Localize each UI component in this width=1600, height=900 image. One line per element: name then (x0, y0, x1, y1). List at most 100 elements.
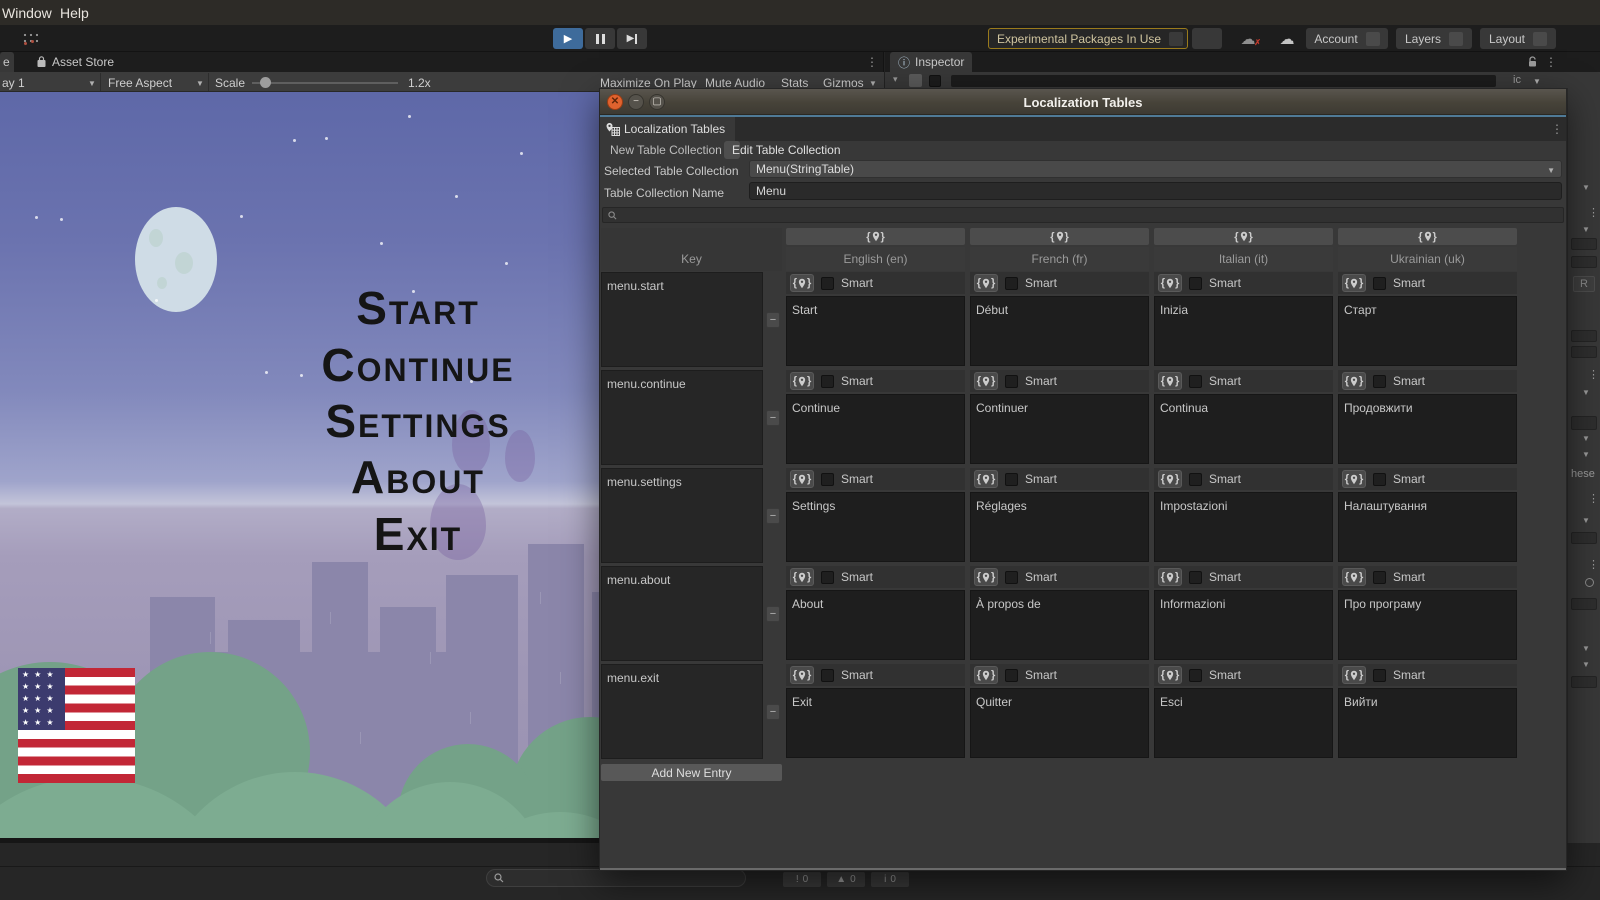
metadata-button[interactable]: {} (1158, 568, 1182, 586)
console-warning-toggle[interactable]: ▲0 (827, 872, 865, 887)
translation-cell[interactable]: Про програму (1338, 590, 1517, 660)
game-menu-item[interactable]: Settings (325, 394, 510, 448)
tab-asset-store[interactable]: Asset Store (28, 52, 122, 72)
smart-checkbox[interactable] (821, 277, 834, 290)
dropdown-arrow-icon[interactable]: ▼ (1582, 225, 1590, 234)
metadata-button[interactable]: {} (1158, 274, 1182, 292)
menu-window[interactable]: Window (2, 5, 52, 21)
translation-cell[interactable]: Exit (786, 688, 965, 758)
translation-cell[interactable]: About (786, 590, 965, 660)
smart-checkbox[interactable] (1189, 277, 1202, 290)
dropdown-arrow-icon[interactable]: ▼ (1582, 450, 1590, 459)
translation-cell[interactable]: Impostazioni (1154, 492, 1333, 562)
console-error-toggle[interactable]: !0 (783, 872, 821, 887)
metadata-button[interactable]: {} (790, 274, 814, 292)
metadata-button[interactable]: {} (790, 568, 814, 586)
smart-checkbox[interactable] (1005, 375, 1018, 388)
new-table-collection-button[interactable]: New Table Collection (602, 141, 618, 159)
column-header[interactable]: Ukrainian (uk) (1338, 247, 1517, 271)
smart-checkbox[interactable] (1373, 375, 1386, 388)
translation-cell[interactable]: Settings (786, 492, 965, 562)
translation-cell[interactable]: Start (786, 296, 965, 366)
metadata-button[interactable]: {} (974, 470, 998, 488)
component-kebab-icon[interactable]: ⋮ (1588, 558, 1599, 571)
translation-cell[interactable]: Continua (1154, 394, 1333, 464)
key-cell[interactable]: menu.continue (601, 370, 763, 465)
metadata-button[interactable]: {} (790, 372, 814, 390)
metadata-button[interactable]: {} (974, 568, 998, 586)
component-kebab-icon[interactable]: ⋮ (1588, 492, 1599, 505)
metadata-button[interactable]: {} (1158, 372, 1182, 390)
metadata-button[interactable]: {} (1342, 274, 1366, 292)
experimental-packages-button[interactable]: Experimental Packages In Use (988, 28, 1188, 49)
scale-slider-knob[interactable] (260, 77, 271, 88)
metadata-button[interactable]: {} (790, 470, 814, 488)
active-checkbox[interactable] (929, 75, 941, 87)
component-kebab-icon[interactable]: ⋮ (1588, 368, 1599, 381)
smart-checkbox[interactable] (1005, 473, 1018, 486)
loc-kebab-icon[interactable]: ⋮ (1551, 122, 1563, 136)
smart-checkbox[interactable] (1373, 571, 1386, 584)
dropdown-arrow-icon[interactable]: ▼ (1582, 388, 1590, 397)
lock-icon[interactable] (1527, 56, 1538, 68)
dropdown-arrow-icon[interactable]: ▼ (1582, 516, 1590, 525)
smart-checkbox[interactable] (1005, 277, 1018, 290)
dropdown-arrow-icon[interactable]: ▼ (1582, 183, 1590, 192)
translation-cell[interactable]: À propos de (970, 590, 1149, 660)
game-menu-item[interactable]: Exit (374, 507, 462, 561)
remove-entry-button[interactable]: − (766, 704, 780, 720)
smart-checkbox[interactable] (1373, 277, 1386, 290)
column-header-meta-bar[interactable]: {} (1154, 228, 1333, 245)
translation-cell[interactable]: Continue (786, 394, 965, 464)
column-header[interactable]: French (fr) (970, 247, 1149, 271)
column-header[interactable]: Italian (it) (1154, 247, 1333, 271)
layout-dropdown[interactable]: Layout (1480, 28, 1556, 49)
smart-checkbox[interactable] (1189, 571, 1202, 584)
game-menu-item[interactable]: Continue (321, 338, 514, 392)
layers-dropdown[interactable]: Layers (1396, 28, 1472, 49)
translation-cell[interactable]: Réglages (970, 492, 1149, 562)
smart-checkbox[interactable] (1005, 571, 1018, 584)
key-cell[interactable]: menu.settings (601, 468, 763, 563)
column-header-meta-bar[interactable]: {} (970, 228, 1149, 245)
play-button[interactable]: ▶ (553, 28, 583, 49)
translation-cell[interactable]: Quitter (970, 688, 1149, 758)
inspector-kebab-icon[interactable]: ⋮ (1545, 55, 1557, 69)
metadata-button[interactable]: {} (1342, 568, 1366, 586)
r-button-partial[interactable]: R (1573, 276, 1595, 292)
key-cell[interactable]: menu.start (601, 272, 763, 367)
translation-cell[interactable]: Continuer (970, 394, 1149, 464)
smart-checkbox[interactable] (1373, 473, 1386, 486)
component-kebab-icon[interactable]: ⋮ (1588, 206, 1599, 219)
preset-icon[interactable] (1585, 578, 1594, 587)
window-titlebar[interactable]: ✕ − ▢ Localization Tables (600, 89, 1566, 115)
game-viewport[interactable]: StartContinueSettingsAboutExit ★★★★★★★★★… (0, 92, 599, 841)
remove-entry-button[interactable]: − (766, 508, 780, 524)
collab-button[interactable]: ☁ ✗ (1232, 28, 1264, 49)
smart-checkbox[interactable] (1005, 669, 1018, 682)
metadata-button[interactable]: {} (1158, 666, 1182, 684)
add-new-entry-button[interactable]: Add New Entry (601, 764, 782, 781)
translation-cell[interactable]: Esci (1154, 688, 1333, 758)
smart-checkbox[interactable] (1189, 669, 1202, 682)
menu-help[interactable]: Help (60, 5, 89, 21)
smart-checkbox[interactable] (1189, 375, 1202, 388)
smart-checkbox[interactable] (821, 669, 834, 682)
step-button[interactable]: ▶ (617, 28, 647, 49)
smart-checkbox[interactable] (1189, 473, 1202, 486)
console-search-input[interactable] (486, 869, 746, 887)
cloud-button[interactable]: ☁ (1272, 28, 1302, 49)
translation-cell[interactable]: Старт (1338, 296, 1517, 366)
table-collection-name-field[interactable]: Menu (749, 182, 1562, 200)
services-button[interactable] (1192, 28, 1222, 49)
metadata-button[interactable]: {} (790, 666, 814, 684)
dropdown-arrow-icon[interactable]: ▼ (1582, 660, 1590, 669)
metadata-button[interactable]: {} (974, 666, 998, 684)
tab-inspector[interactable]: ⓘ Inspector (890, 52, 972, 72)
console-info-toggle[interactable]: i0 (871, 872, 909, 887)
smart-checkbox[interactable] (821, 375, 834, 388)
smart-checkbox[interactable] (1373, 669, 1386, 682)
dropdown-arrow-icon[interactable]: ▼ (1582, 644, 1590, 653)
metadata-button[interactable]: {} (974, 372, 998, 390)
edit-table-collection-button[interactable]: Edit Table Collection (724, 141, 740, 159)
